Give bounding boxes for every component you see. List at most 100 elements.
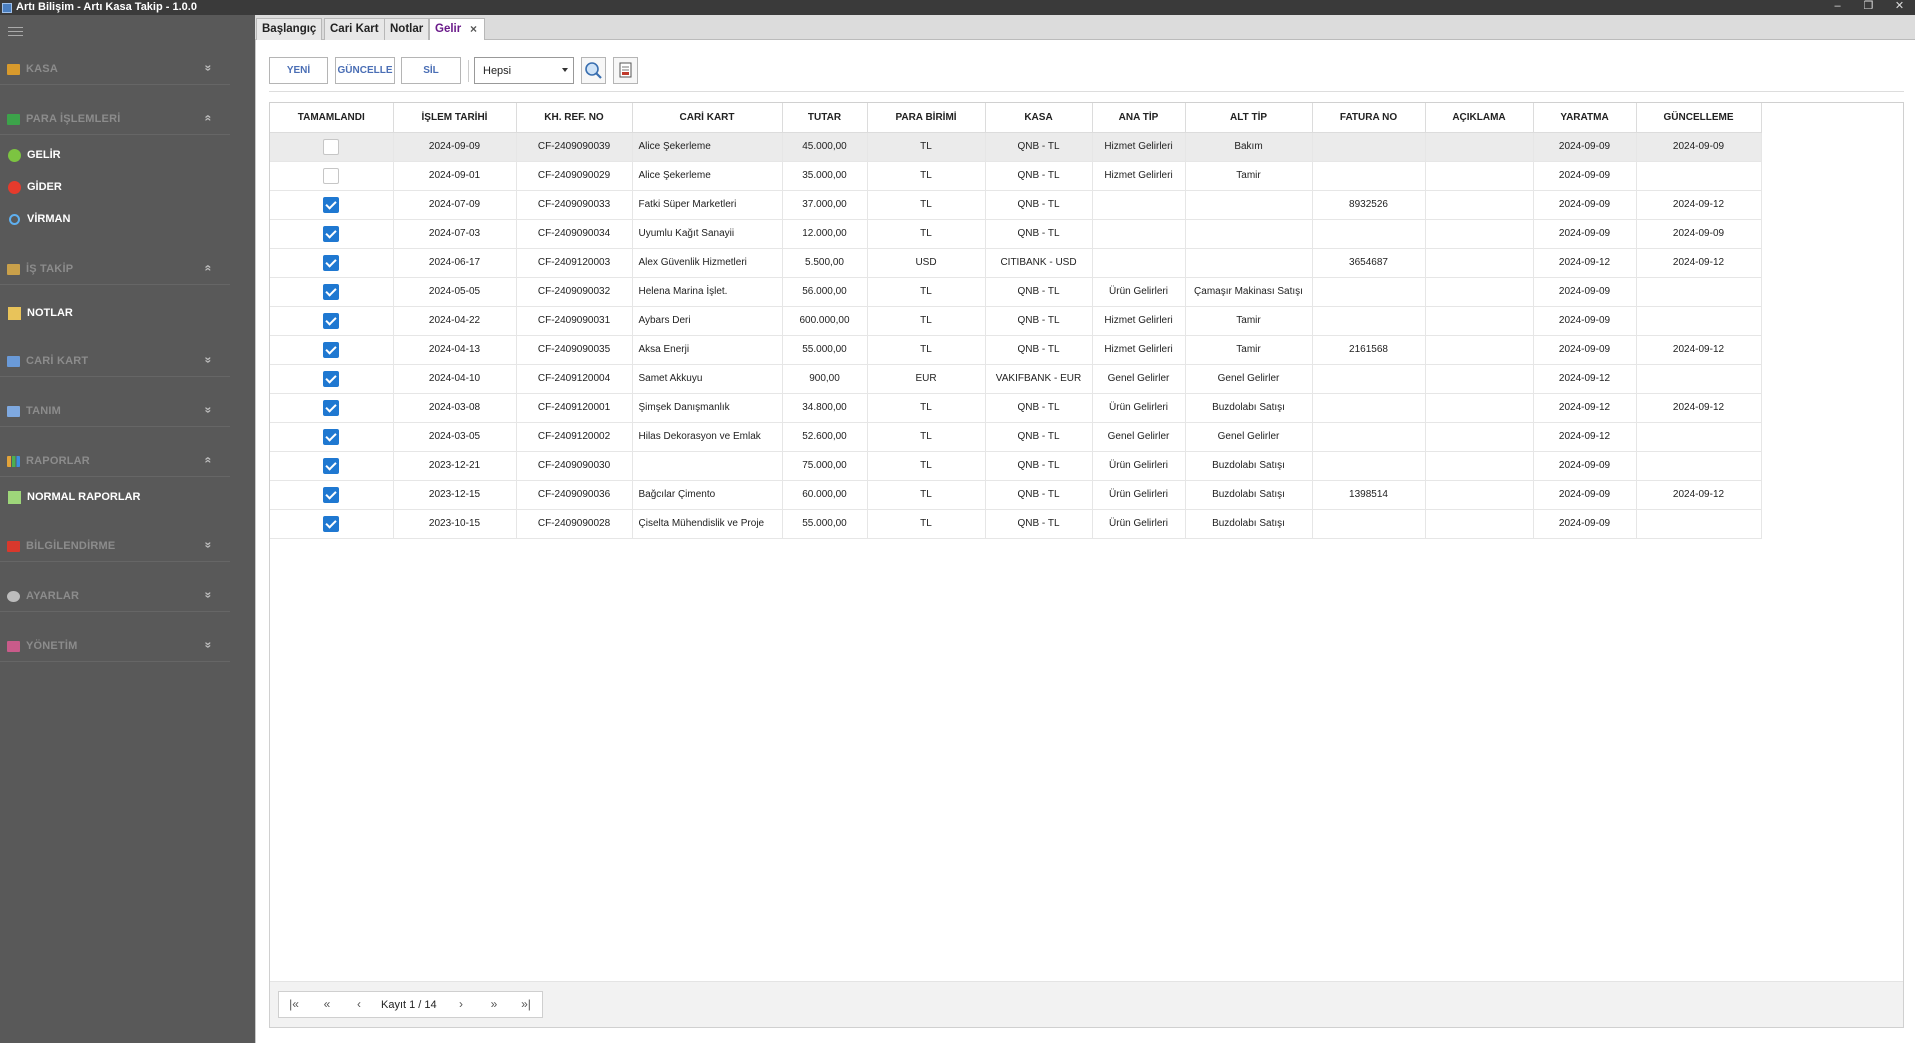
- first-page-button[interactable]: |«: [284, 997, 304, 1011]
- search-button[interactable]: [581, 57, 606, 84]
- cari-cell: Alice Şekerleme: [632, 132, 783, 162]
- sidebar-group-ayarlar[interactable]: AYARLAR »: [0, 582, 230, 612]
- tab-cari-kart[interactable]: Cari Kart: [324, 18, 385, 40]
- sidebar-item-label: GELİR: [27, 149, 61, 161]
- sidebar-group-raporlar[interactable]: RAPORLAR «: [0, 447, 230, 477]
- hamburger-menu-icon[interactable]: [8, 27, 23, 39]
- cari-cell: Şimşek Danışmanlık: [632, 393, 783, 423]
- amount-cell: 56.000,00: [782, 277, 868, 307]
- table-row[interactable]: 2023-12-15 CF-2409090036 Bağcılar Çimento 6…: [270, 480, 1762, 510]
- tab-baslangic[interactable]: Başlangıç: [256, 18, 323, 40]
- checkbox-checked[interactable]: [323, 515, 340, 532]
- sidebar-item-normal-raporlar[interactable]: NORMAL RAPORLAR: [0, 486, 230, 510]
- sidebar-item-virman[interactable]: VİRMAN: [0, 208, 230, 232]
- checkbox-checked[interactable]: [323, 457, 340, 474]
- table-row[interactable]: 2023-12-21 CF-2409090030 75.000,00 TL QNB - …: [270, 451, 1762, 481]
- delete-button[interactable]: SİL: [401, 57, 461, 84]
- column-header[interactable]: GÜNCELLEME: [1636, 103, 1762, 133]
- checkbox-checked[interactable]: [323, 196, 340, 213]
- next-record-button[interactable]: ›: [451, 997, 471, 1011]
- updated-cell: 2024-09-12: [1636, 393, 1762, 423]
- checkbox-checked[interactable]: [323, 370, 340, 387]
- sidebar-item-gider[interactable]: GİDER: [0, 176, 230, 200]
- table-row[interactable]: 2024-04-22 CF-2409090031 Aybars Deri 600.00…: [270, 306, 1762, 336]
- pager: |« « ‹ Kayıt 1 / 14 › » »|: [278, 991, 543, 1018]
- column-header[interactable]: KASA: [985, 103, 1093, 133]
- sub-type-cell: [1185, 248, 1313, 278]
- table-row[interactable]: 2024-09-09 CF-2409090039 Alice Şekerleme 45…: [270, 132, 1762, 162]
- description-cell: [1425, 219, 1534, 249]
- checkbox-checked[interactable]: [323, 428, 340, 445]
- table-row[interactable]: 2024-06-17 CF-2409120003 Alex Güvenlik Hiz…: [270, 248, 1762, 278]
- sidebar-item-gelir[interactable]: GELİR: [0, 144, 230, 168]
- checkbox-checked[interactable]: [323, 254, 340, 271]
- sidebar-item-notlar[interactable]: NOTLAR: [0, 302, 230, 326]
- updated-cell: 2024-09-12: [1636, 335, 1762, 365]
- sidebar-group-tanim[interactable]: TANIM »: [0, 397, 230, 427]
- previous-record-button[interactable]: ‹: [349, 997, 369, 1011]
- table-row[interactable]: 2024-03-05 CF-2409120002 Hilas Dekorasyon …: [270, 422, 1762, 452]
- table-row[interactable]: 2024-04-13 CF-2409090035 Aksa Enerji 55.000…: [270, 335, 1762, 365]
- table-row[interactable]: 2024-04-10 CF-2409120004 Samet Akkuyu 900,0…: [270, 364, 1762, 394]
- checkbox-checked[interactable]: [323, 486, 340, 503]
- sidebar-group-label: CARİ KART: [26, 355, 89, 367]
- checkbox-unchecked[interactable]: [323, 167, 340, 184]
- description-cell: [1425, 364, 1534, 394]
- column-header[interactable]: TUTAR: [782, 103, 868, 133]
- chevron-double-down-icon: »: [201, 356, 216, 364]
- sidebar-group-yonetim[interactable]: YÖNETİM »: [0, 632, 230, 662]
- table-row[interactable]: 2024-03-08 CF-2409120001 Şimşek Danışmanlı…: [270, 393, 1762, 423]
- checkbox-checked[interactable]: [323, 225, 340, 242]
- table-row[interactable]: 2023-10-15 CF-2409090028 Çiselta Mühendisl…: [270, 509, 1762, 539]
- column-header[interactable]: ALT TİP: [1185, 103, 1313, 133]
- minimize-button[interactable]: –: [1822, 0, 1853, 15]
- title-bar: Artı Bilişim - Artı Kasa Takip - 1.0.0 –…: [0, 0, 1915, 15]
- checkbox-checked[interactable]: [323, 312, 340, 329]
- sidebar-group-para-islemleri[interactable]: PARA İŞLEMLERİ «: [0, 105, 230, 135]
- created-cell: 2024-09-12: [1533, 364, 1637, 394]
- table-row[interactable]: 2024-09-01 CF-2409090029 Alice Şekerleme 35…: [270, 161, 1762, 191]
- sidebar-group-bilgilendirme[interactable]: BİLGİLENDİRME »: [0, 532, 230, 562]
- currency-cell: TL: [867, 335, 986, 365]
- next-page-button[interactable]: »: [484, 997, 504, 1011]
- tab-gelir[interactable]: Gelir ×: [429, 18, 485, 41]
- toolbar-divider: [269, 91, 1904, 92]
- last-page-button[interactable]: »|: [516, 997, 536, 1011]
- checkbox-checked[interactable]: [323, 399, 340, 416]
- filter-select[interactable]: Hepsi: [474, 57, 574, 84]
- sidebar-group-kasa[interactable]: KASA »: [0, 55, 230, 85]
- column-header[interactable]: CARİ KART: [632, 103, 783, 133]
- column-header[interactable]: ANA TİP: [1092, 103, 1186, 133]
- red-circle-icon: [8, 181, 21, 194]
- cari-cell: [632, 451, 783, 481]
- export-button[interactable]: [613, 57, 638, 84]
- sidebar-group-is-takip[interactable]: İŞ TAKİP «: [0, 255, 230, 285]
- sub-type-cell: Buzdolabı Satışı: [1185, 451, 1313, 481]
- checkbox-checked[interactable]: [323, 283, 340, 300]
- column-header[interactable]: İŞLEM TARİHİ: [393, 103, 517, 133]
- previous-page-button[interactable]: «: [317, 997, 337, 1011]
- column-header[interactable]: TAMAMLANDI: [270, 103, 394, 133]
- close-window-button[interactable]: ✕: [1884, 0, 1915, 15]
- restore-button[interactable]: ❐: [1853, 0, 1884, 15]
- table-row[interactable]: 2024-07-09 CF-2409090033 Fatki Süper Marke…: [270, 190, 1762, 220]
- update-button[interactable]: GÜNCELLE: [335, 57, 395, 84]
- chevron-double-down-icon: »: [201, 541, 216, 549]
- checkbox-checked[interactable]: [323, 341, 340, 358]
- column-header[interactable]: AÇIKLAMA: [1425, 103, 1534, 133]
- column-header[interactable]: YARATMA: [1533, 103, 1637, 133]
- new-button[interactable]: YENİ: [269, 57, 328, 84]
- column-header[interactable]: KH. REF. NO: [516, 103, 633, 133]
- column-header[interactable]: PARA BİRİMİ: [867, 103, 986, 133]
- column-header[interactable]: FATURA NO: [1312, 103, 1426, 133]
- close-tab-icon[interactable]: ×: [470, 22, 477, 36]
- sidebar-group-cari-kart[interactable]: CARİ KART »: [0, 347, 230, 377]
- tab-notlar[interactable]: Notlar: [384, 18, 430, 40]
- table-row[interactable]: 2024-05-05 CF-2409090032 Helena Marina İşl…: [270, 277, 1762, 307]
- description-cell: [1425, 509, 1534, 539]
- done-cell: [270, 480, 394, 510]
- updated-cell: [1636, 277, 1762, 307]
- done-cell: [270, 306, 394, 336]
- table-row[interactable]: 2024-07-03 CF-2409090034 Uyumlu Kağıt Sana…: [270, 219, 1762, 249]
- checkbox-unchecked[interactable]: [323, 138, 340, 155]
